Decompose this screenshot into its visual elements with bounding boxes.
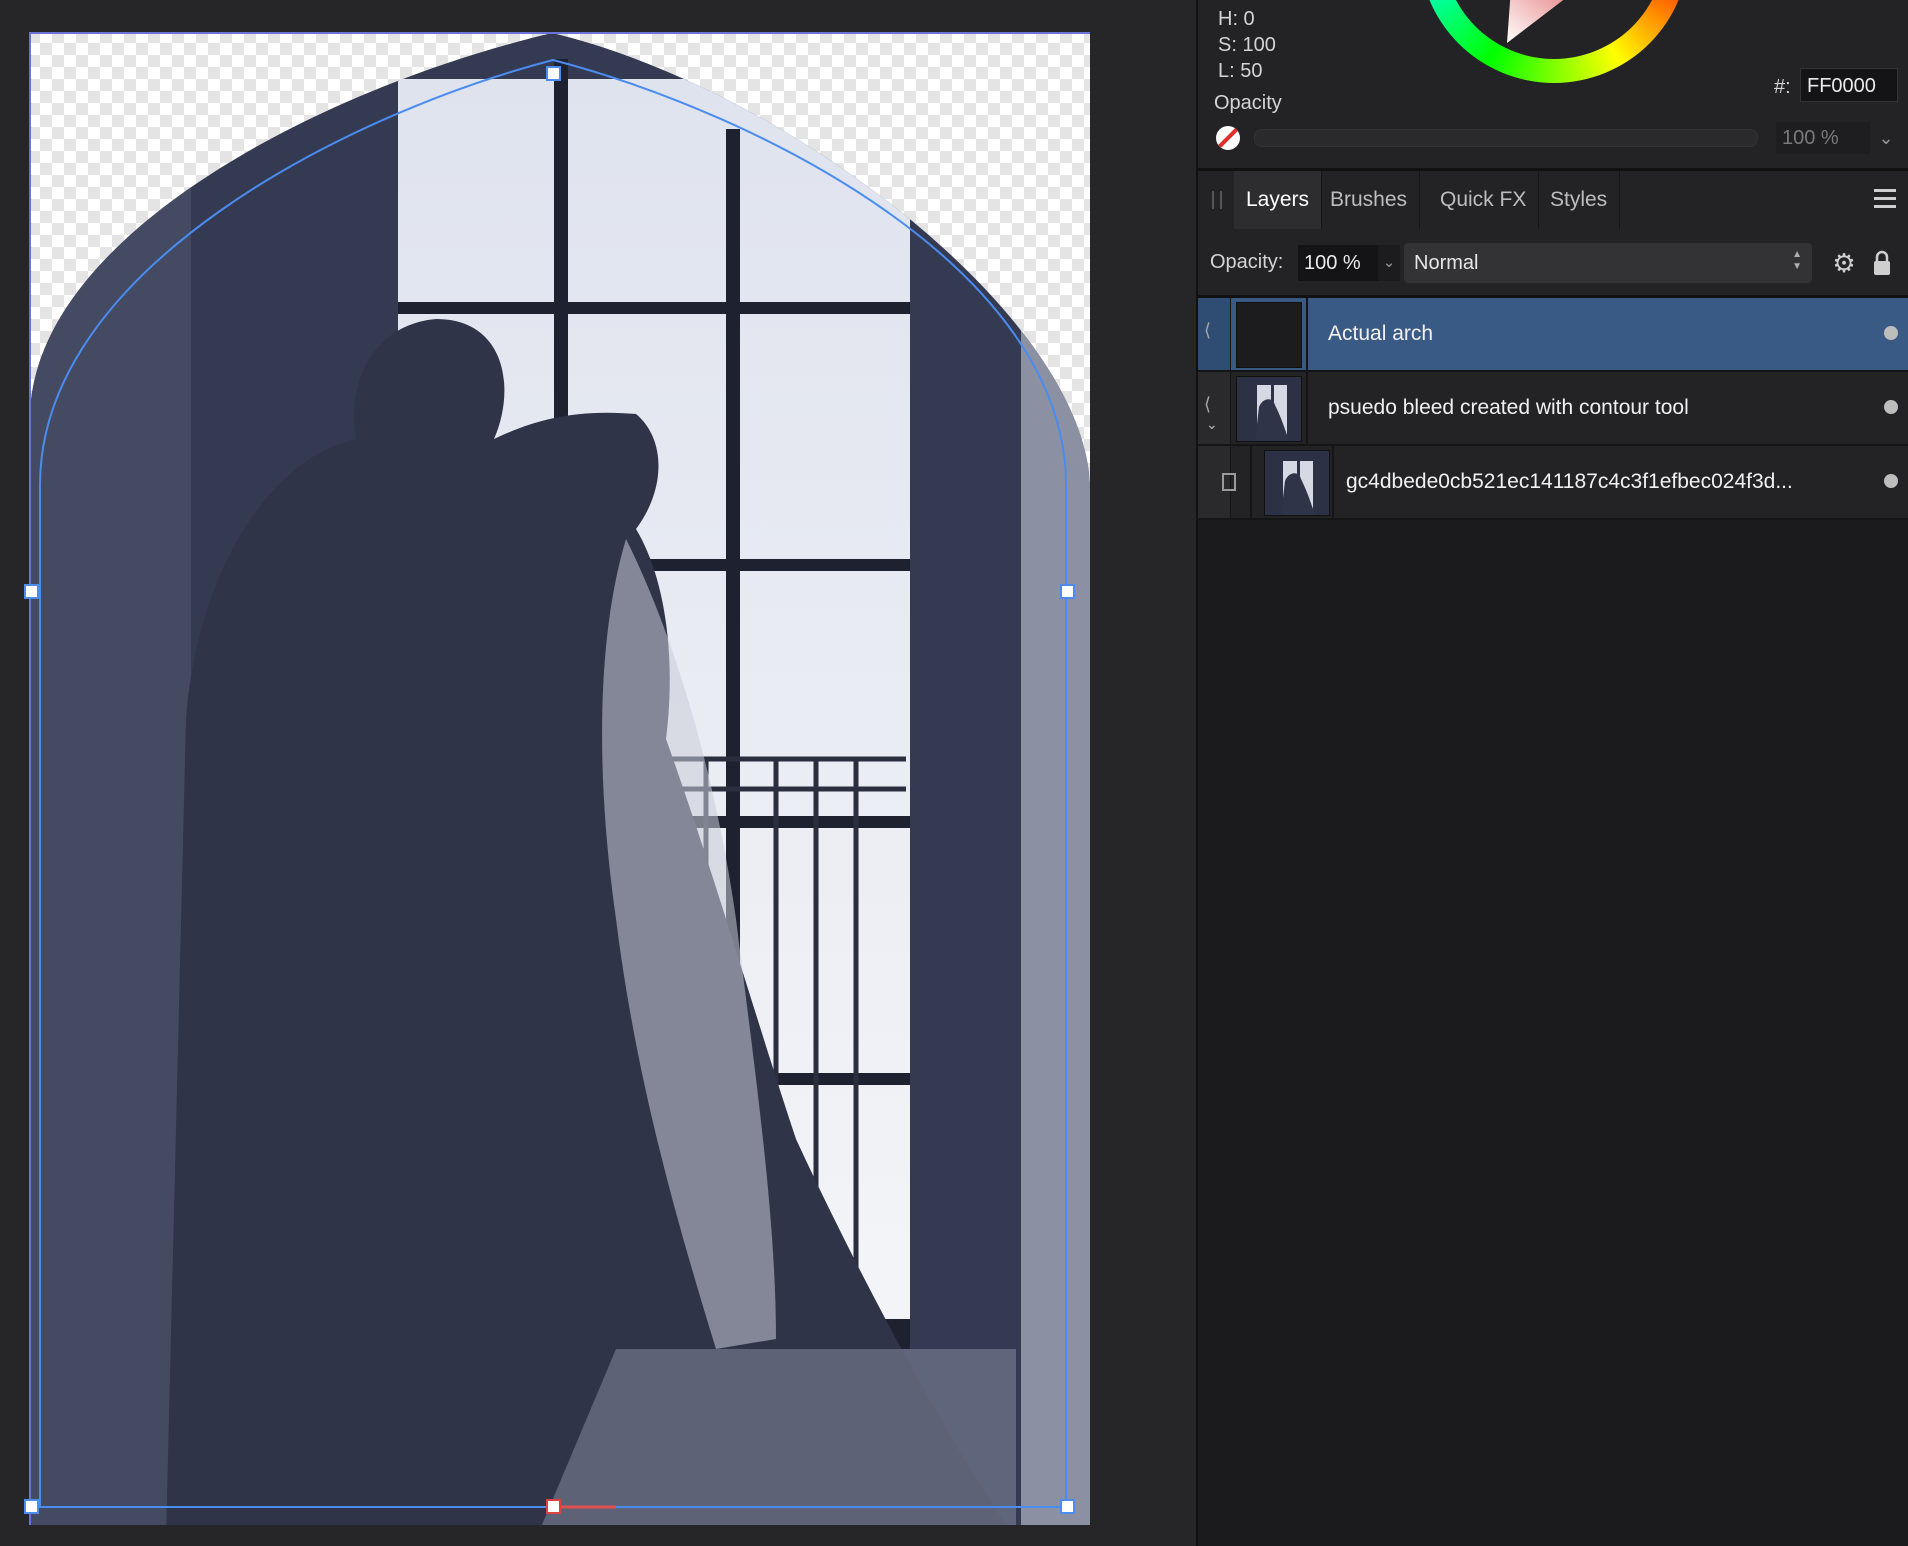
tab-layers[interactable]: Layers — [1234, 171, 1323, 229]
layer-thumbnail — [1264, 450, 1330, 516]
hex-input[interactable]: FF0000 — [1800, 68, 1898, 102]
layer-name: gc4dbede0cb521ec141187c4c3f1efbec024f3d.… — [1346, 470, 1793, 493]
handle-bottom-left[interactable] — [24, 1499, 39, 1514]
layer-opacity-label: Opacity: — [1210, 251, 1284, 273]
visibility-dot-icon[interactable] — [1884, 474, 1898, 488]
image-layer-icon — [1222, 473, 1236, 491]
hue-value: H: 0 — [1218, 8, 1255, 30]
handle-right[interactable] — [1060, 584, 1075, 599]
layer-row-actual-arch[interactable]: ⟨ Actual arch — [1198, 298, 1908, 372]
studio-tabbar: Layers Brushes Quick FX Styles — [1198, 171, 1908, 230]
lock-icon[interactable] — [1872, 249, 1892, 277]
link-icon[interactable]: ⟨ — [1204, 394, 1211, 415]
layer-name: Actual arch — [1328, 322, 1434, 345]
lightness-value: L: 50 — [1218, 60, 1263, 82]
layer-thumbnail — [1236, 302, 1302, 368]
blend-mode-value: Normal — [1414, 252, 1479, 274]
chevron-down-icon[interactable]: ⌄ — [1870, 122, 1902, 154]
handle-top[interactable] — [546, 66, 561, 81]
gear-icon[interactable]: ⚙ — [1830, 249, 1858, 277]
link-icon[interactable]: ⟨ — [1204, 320, 1211, 341]
tab-styles[interactable]: Styles — [1538, 171, 1621, 229]
tab-quick-fx[interactable]: Quick FX — [1428, 171, 1540, 229]
color-wheel-icon[interactable] — [1419, 0, 1689, 83]
layer-row-image[interactable]: gc4dbede0cb521ec141187c4c3f1efbec024f3d.… — [1198, 446, 1908, 520]
handle-left[interactable] — [24, 584, 39, 599]
layer-controls: Opacity: 100 % ⌄ Normal ▲ ▼ ⚙ — [1198, 229, 1908, 298]
saturation-value: S: 100 — [1218, 34, 1276, 56]
layer-thumbnail — [1236, 376, 1302, 442]
no-color-icon[interactable] — [1216, 126, 1240, 150]
opacity-slider[interactable] — [1254, 129, 1758, 147]
layer-name: psuedo bleed created with contour tool — [1328, 396, 1689, 419]
color-panel: H: 0 S: 100 L: 50 #: FF0000 Opacity 100 … — [1198, 0, 1908, 171]
updown-arrows-icon: ▲ ▼ — [1792, 249, 1802, 272]
layer-opacity-input[interactable]: 100 % — [1298, 245, 1378, 281]
handle-bottom-right[interactable] — [1060, 1499, 1075, 1514]
blend-mode-select[interactable]: Normal ▲ ▼ — [1404, 243, 1812, 283]
layer-row-psuedo-bleed[interactable]: ⟨ ⌄ psuedo bleed created with contour to… — [1198, 372, 1908, 446]
color-opacity-value[interactable]: 100 % — [1776, 122, 1870, 154]
panel-grip-icon[interactable] — [1212, 191, 1222, 209]
hex-label: #: — [1774, 76, 1791, 98]
hamburger-menu-icon[interactable] — [1874, 189, 1896, 209]
canvas-area[interactable] — [0, 0, 1196, 1546]
tab-brushes[interactable]: Brushes — [1318, 171, 1421, 229]
opacity-title: Opacity — [1214, 92, 1282, 114]
chevron-down-icon[interactable]: ⌄ — [1378, 245, 1400, 281]
right-panel: H: 0 S: 100 L: 50 #: FF0000 Opacity 100 … — [1196, 0, 1908, 1546]
visibility-dot-icon[interactable] — [1884, 400, 1898, 414]
artboard[interactable] — [16, 19, 1090, 1525]
chevron-down-icon[interactable]: ⌄ — [1206, 416, 1218, 433]
visibility-dot-icon[interactable] — [1884, 326, 1898, 340]
handle-bottom-selected[interactable] — [546, 1499, 561, 1514]
